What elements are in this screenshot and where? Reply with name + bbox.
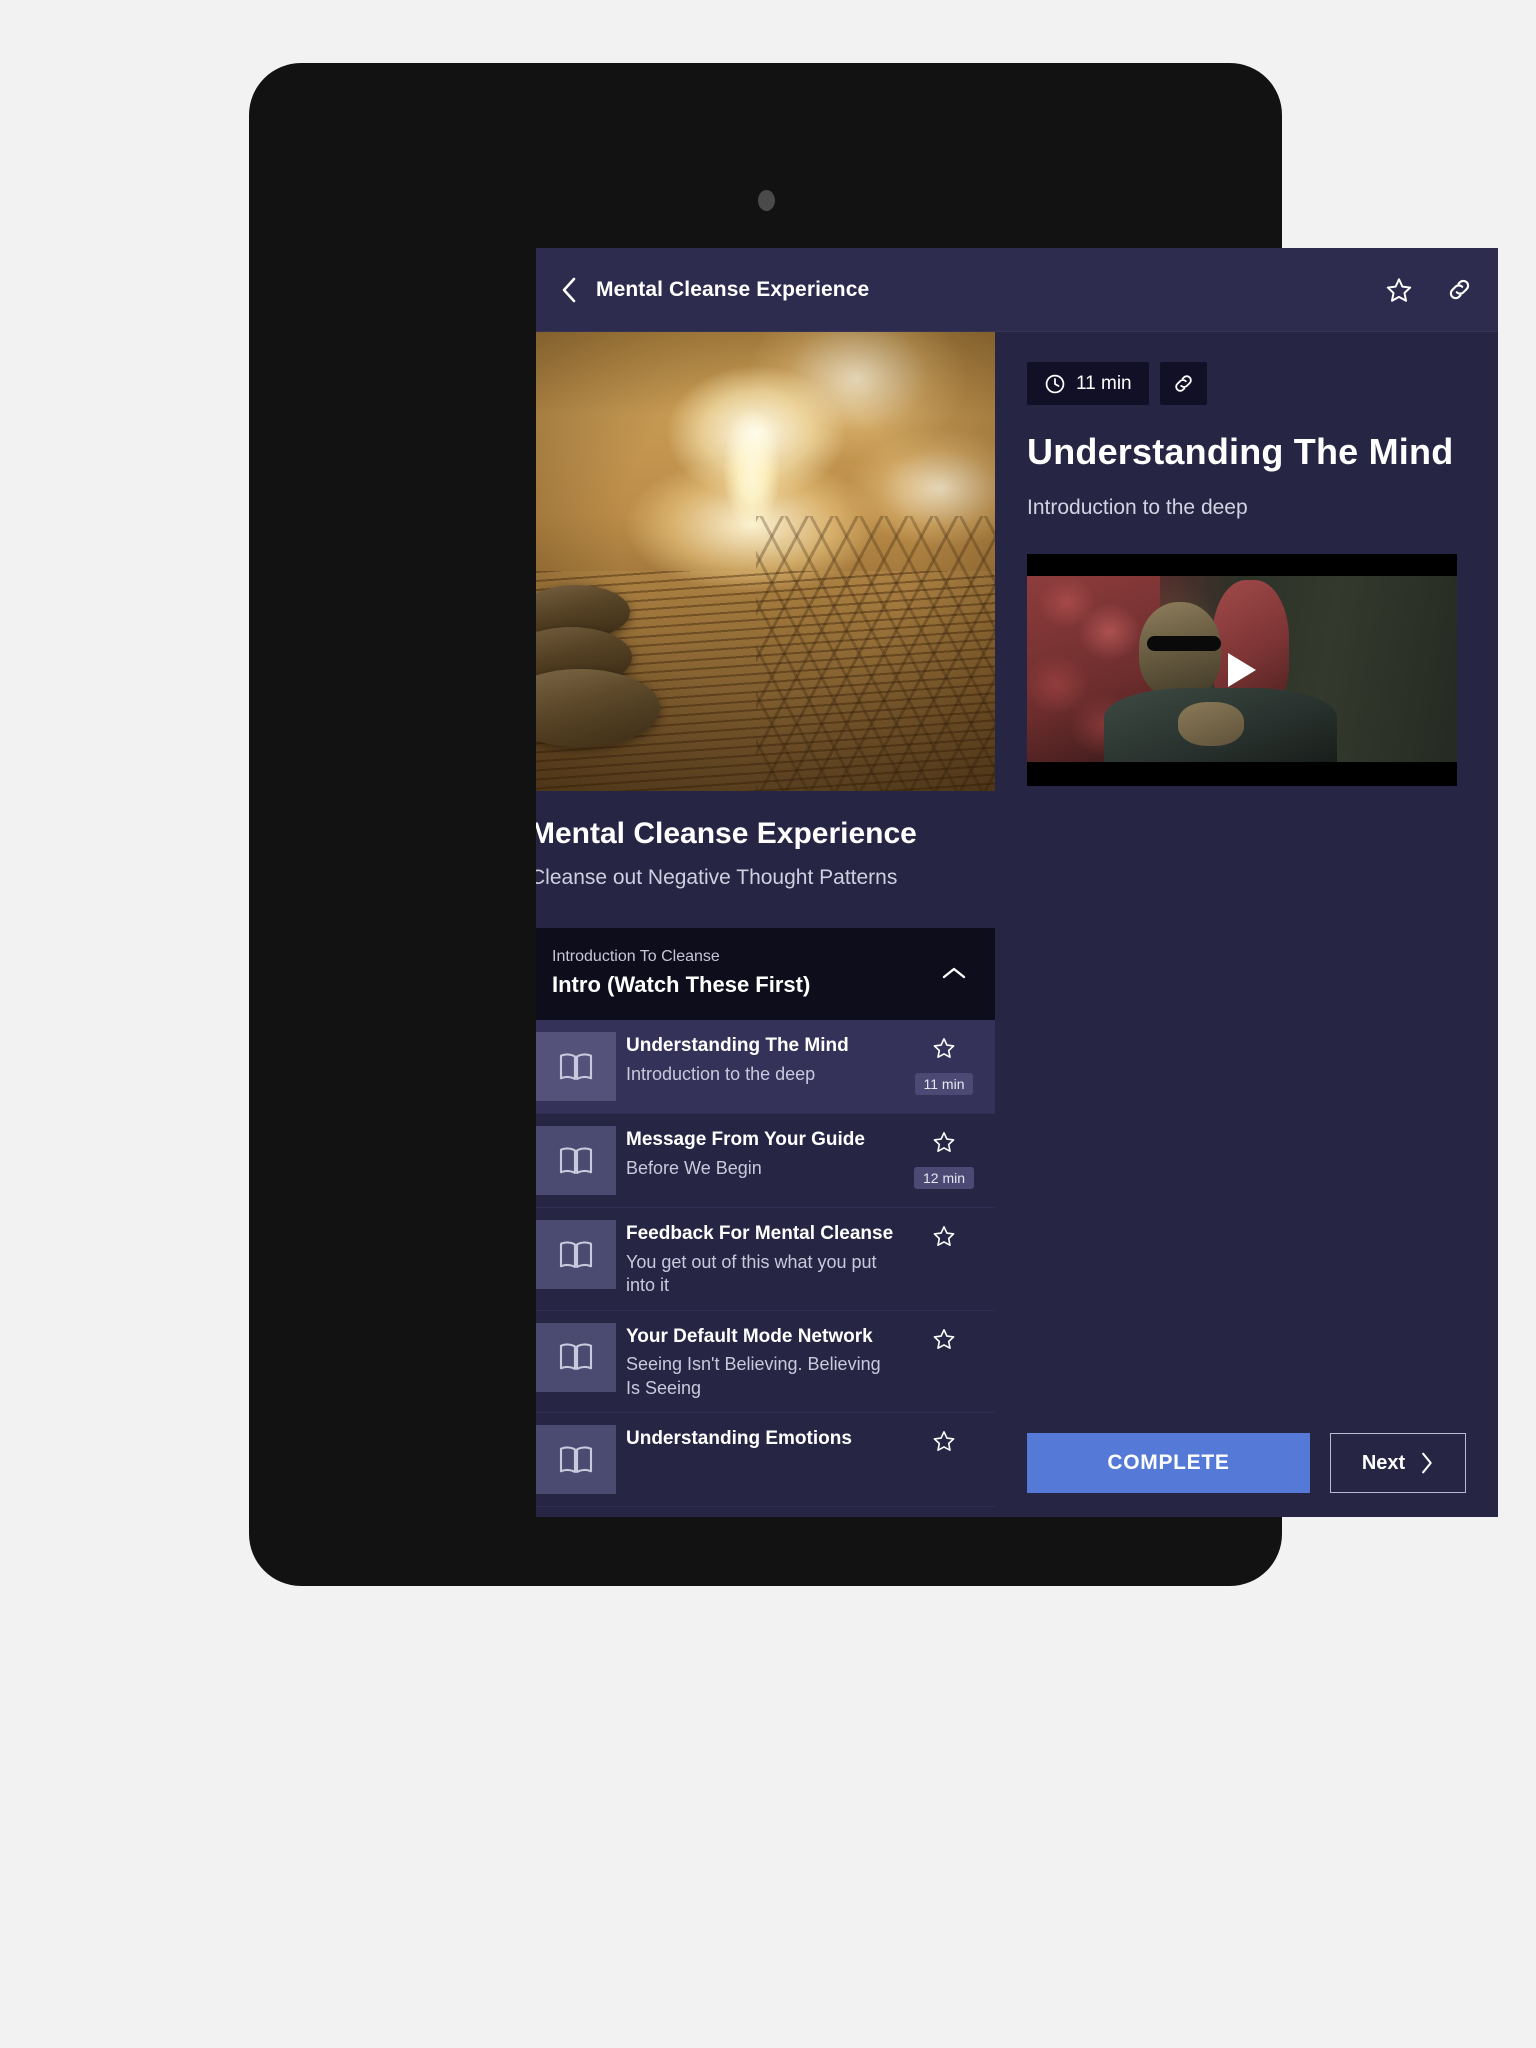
video-subject-hands — [1177, 702, 1244, 747]
book-icon — [559, 1146, 593, 1174]
lesson-subtitle: You get out of this what you put into it — [626, 1251, 877, 1296]
next-button[interactable]: Next — [1330, 1433, 1466, 1493]
duration-chip[interactable]: 11 min — [1027, 362, 1149, 405]
lesson-meta — [909, 1323, 979, 1356]
chevron-up-icon — [942, 967, 966, 979]
lesson-detail-title: Understanding The Mind — [1027, 431, 1454, 472]
lesson-title: Understanding Emotions — [626, 1428, 852, 1450]
course-subtitle: Cleanse out Negative Thought Patterns — [536, 866, 898, 889]
lesson-star-button[interactable] — [932, 1224, 956, 1253]
lesson-meta: 12 min — [909, 1126, 979, 1189]
section-header-text: Introduction To Cleanse Intro (Watch The… — [552, 948, 937, 998]
share-link-button[interactable] — [1442, 273, 1476, 307]
lesson-thumbnail — [536, 1126, 616, 1195]
star-outline-icon — [933, 1226, 955, 1246]
lesson-meta — [909, 1220, 979, 1253]
lesson-title: Feedback For Mental Cleanse — [626, 1223, 894, 1244]
duration-chip-label: 11 min — [1076, 372, 1132, 394]
content-area: Mental Cleanse Experience Cleanse out Ne… — [536, 332, 1498, 1517]
lesson-detail-pane: 11 min Understanding The Mind Introducti… — [995, 332, 1498, 1517]
course-sidebar[interactable]: Mental Cleanse Experience Cleanse out Ne… — [536, 332, 995, 1517]
lesson-row[interactable]: Your Default Mode Network Seeing Isn't B… — [536, 1310, 995, 1414]
tablet-device-frame: Mental Cleanse Experience Mental Cleanse… — [249, 63, 1498, 1586]
page-background: Mental Cleanse Experience Mental Cleanse… — [0, 0, 1536, 2048]
back-button[interactable] — [558, 275, 580, 305]
lesson-meta-chips: 11 min — [1027, 362, 1466, 405]
lesson-subtitle: Seeing Isn't Believing. Believing Is See… — [626, 1354, 881, 1398]
video-subject-sunglasses — [1147, 635, 1222, 651]
app-bar-left-group: Mental Cleanse Experience — [558, 275, 1382, 305]
video-letterbox-bottom — [1027, 762, 1457, 786]
star-outline-icon — [933, 1328, 955, 1349]
section-eyebrow: Introduction To Cleanse — [552, 948, 720, 965]
video-letterbox-top — [1027, 554, 1457, 576]
lesson-thumbnail — [536, 1425, 616, 1495]
video-player[interactable] — [1027, 554, 1457, 786]
lesson-row[interactable]: Feedback For Mental Cleanse You get out … — [536, 1208, 995, 1311]
lesson-text: Message From Your Guide Before We Begin — [626, 1126, 899, 1180]
lesson-star-button[interactable] — [932, 1429, 956, 1458]
clock-icon — [1045, 374, 1065, 393]
lesson-subtitle: Before We Begin — [626, 1157, 762, 1178]
star-outline-icon — [1386, 277, 1412, 302]
lesson-title: Your Default Mode Network — [626, 1325, 873, 1347]
lesson-thumbnail — [536, 1322, 616, 1392]
star-outline-icon — [933, 1038, 955, 1058]
lesson-duration-badge: 12 min — [913, 1167, 975, 1189]
course-hero-image — [536, 332, 995, 791]
lesson-list: Understanding The Mind Introduction to t… — [536, 1020, 995, 1508]
complete-button[interactable]: COMPLETE — [1027, 1433, 1310, 1493]
star-outline-icon — [933, 1132, 955, 1152]
lesson-text: Your Default Mode Network Seeing Isn't B… — [626, 1323, 899, 1401]
link-icon — [1449, 279, 1469, 300]
lesson-duration-badge: 11 min — [914, 1073, 974, 1095]
chevron-right-icon — [1422, 1452, 1432, 1474]
lesson-row[interactable]: Understanding The Mind Introduction to t… — [536, 1020, 995, 1114]
lesson-star-button[interactable] — [932, 1130, 956, 1159]
lesson-row[interactable]: Understanding Emotions — [536, 1413, 995, 1508]
book-icon — [559, 1240, 593, 1268]
book-icon — [559, 1446, 593, 1473]
chevron-left-icon — [562, 277, 576, 302]
tablet-screen: Mental Cleanse Experience Mental Cleanse… — [536, 248, 1498, 1517]
app-bar-title: Mental Cleanse Experience — [596, 277, 870, 301]
book-icon — [559, 1052, 593, 1080]
lesson-footer-actions: COMPLETE Next — [1027, 1433, 1466, 1493]
section-name: Intro (Watch These First) — [552, 972, 811, 997]
app-bar: Mental Cleanse Experience — [536, 248, 1498, 332]
lesson-thumbnail — [536, 1220, 616, 1289]
lesson-meta — [909, 1425, 979, 1458]
next-button-label: Next — [1361, 1451, 1406, 1474]
section-header-intro[interactable]: Introduction To Cleanse Intro (Watch The… — [536, 928, 995, 1020]
lesson-title: Understanding The Mind — [626, 1035, 849, 1056]
lesson-detail-description: Introduction to the deep — [1027, 496, 1248, 519]
course-title: Mental Cleanse Experience — [536, 817, 917, 850]
lesson-meta: 11 min — [909, 1032, 979, 1095]
lesson-star-button[interactable] — [932, 1036, 956, 1065]
lesson-title: Message From Your Guide — [626, 1129, 865, 1150]
book-icon — [559, 1343, 593, 1371]
bookmark-star-button[interactable] — [1382, 273, 1416, 307]
lesson-row[interactable]: Message From Your Guide Before We Begin … — [536, 1114, 995, 1208]
star-outline-icon — [933, 1431, 955, 1452]
play-icon[interactable] — [1228, 653, 1256, 687]
lesson-link-chip[interactable] — [1159, 362, 1207, 405]
front-camera-dot — [757, 190, 775, 211]
hero-vignette — [536, 332, 995, 791]
link-icon — [1174, 375, 1192, 392]
lesson-text: Understanding The Mind Introduction to t… — [626, 1032, 899, 1086]
lesson-text: Understanding Emotions — [626, 1425, 899, 1456]
lesson-text: Feedback For Mental Cleanse You get out … — [626, 1220, 899, 1298]
lesson-star-button[interactable] — [932, 1327, 956, 1356]
lesson-subtitle: Introduction to the deep — [626, 1063, 816, 1084]
section-collapse-toggle[interactable] — [937, 956, 971, 990]
lesson-thumbnail — [536, 1032, 616, 1101]
app-bar-actions — [1382, 273, 1476, 307]
